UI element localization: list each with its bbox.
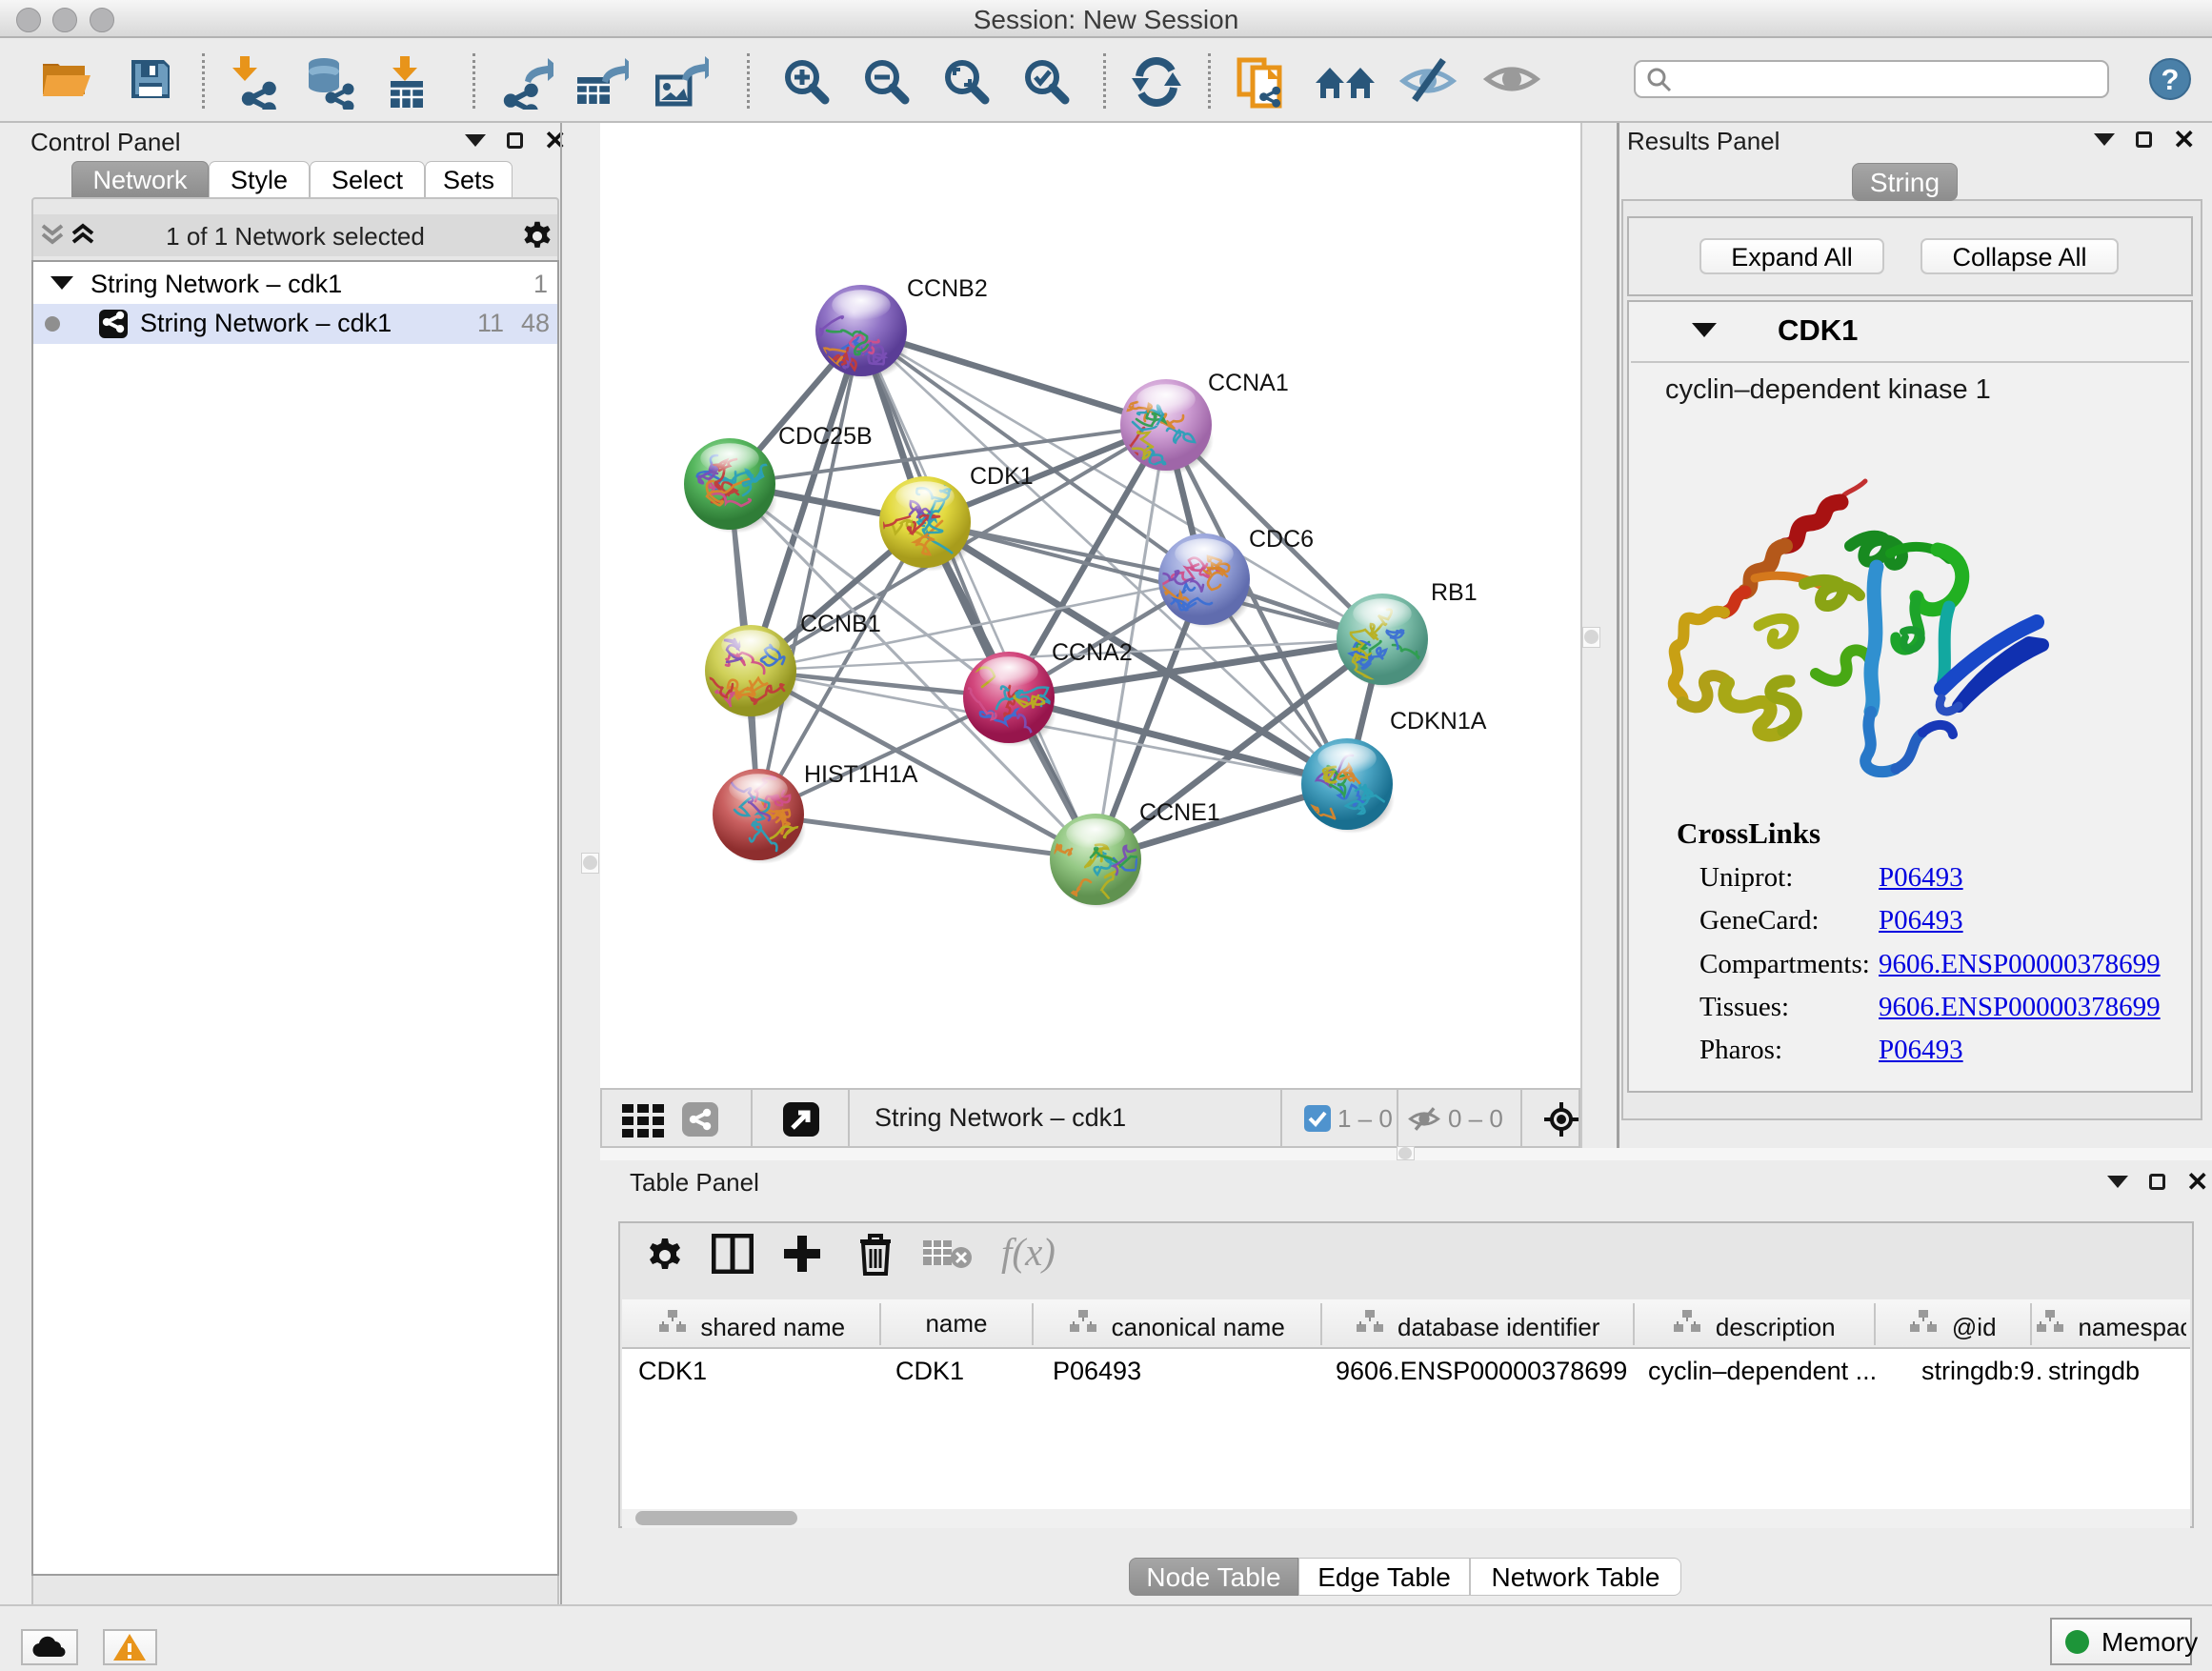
svg-text:CDC6: CDC6	[1249, 526, 1314, 553]
svg-text:CCNA2: CCNA2	[1052, 639, 1133, 666]
svg-text:CDK1: CDK1	[970, 463, 1034, 490]
svg-text:CDC25B: CDC25B	[778, 423, 873, 450]
svg-text:CCNB1: CCNB1	[800, 611, 881, 637]
svg-text:CCNB2: CCNB2	[907, 275, 988, 302]
svg-text:CCNA1: CCNA1	[1208, 370, 1289, 396]
svg-text:CDKN1A: CDKN1A	[1390, 708, 1487, 735]
svg-text:RB1: RB1	[1431, 579, 1478, 606]
svg-text:CCNE1: CCNE1	[1139, 799, 1220, 826]
svg-text:HIST1H1A: HIST1H1A	[804, 761, 918, 788]
